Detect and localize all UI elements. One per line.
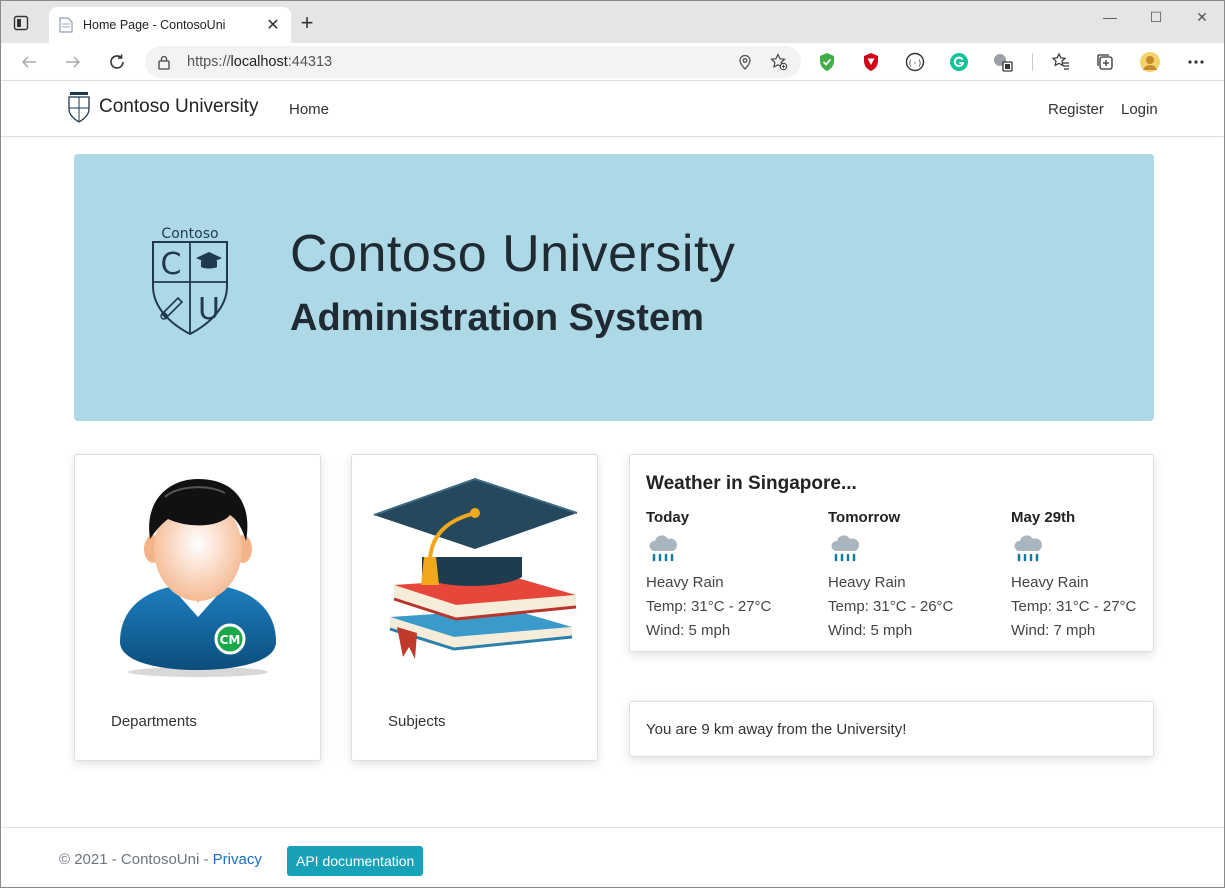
lock-icon[interactable] [157,54,171,70]
tab-bar: Home Page - ContosoUni ✕ + — ☐ ✕ [1,1,1224,43]
weather-wind: Wind: 7 mph [1011,622,1096,639]
heavy-rain-icon [831,535,859,562]
new-tab-button[interactable]: + [297,12,317,34]
weather-day-tomorrow: Tomorrow Heavy Rain Temp: 31°C - 26°C Wi… [828,509,998,646]
brand-link[interactable]: Contoso University [67,91,258,123]
weather-day-today: Today Heavy Rain Temp: 31°C - 27°C Wind:… [646,509,816,646]
contoso-shield-logo-icon [68,92,90,123]
svg-text:C: C [161,247,182,282]
browser-window: Home Page - ContosoUni ✕ + — ☐ ✕ https:/… [0,0,1225,888]
person-avatar-icon: CM [120,479,276,677]
distance-card: You are 9 km away from the University! [629,701,1154,757]
tab-title: Home Page - ContosoUni [83,18,226,32]
weather-day-name: May 29th [1011,509,1076,526]
hero-title: Contoso University [290,225,736,283]
grammarly-extension-icon[interactable] [948,51,970,73]
weather-wind: Wind: 5 mph [646,622,731,639]
brand-name: Contoso University [99,96,259,117]
subjects-label[interactable]: Subjects [388,713,446,730]
url-text[interactable]: https://localhost:44313 [187,54,721,70]
svg-text:(·): (·) [908,59,922,68]
departments-card[interactable]: CM Departments [74,454,321,761]
weather-temp: Temp: 31°C - 26°C [828,598,954,615]
nav-register-link[interactable]: Register [1048,101,1104,118]
browser-tab[interactable]: Home Page - ContosoUni ✕ [49,7,291,43]
departments-label[interactable]: Departments [111,713,197,730]
ublock-extension-icon[interactable] [860,51,882,73]
distance-text: You are 9 km away from the University! [646,721,907,738]
weather-condition: Heavy Rain [1011,574,1089,591]
contoso-crest-logo: Contoso C U [152,226,228,336]
heavy-rain-icon [649,535,677,562]
weather-title: Weather in Singapore... [646,473,857,494]
favorites-icon[interactable] [1050,51,1072,73]
forward-icon[interactable] [61,50,85,74]
svg-text:CM: CM [220,633,241,647]
privacy-link[interactable]: Privacy [213,851,262,868]
weather-temp: Temp: 31°C - 27°C [646,598,772,615]
nav-login-link[interactable]: Login [1121,101,1158,118]
extension-puzzle-icon[interactable] [992,51,1014,73]
site-navbar: Contoso University Home Register Login [1,81,1224,137]
svg-text:U: U [198,292,220,327]
code-extension-icon[interactable]: (·) [904,51,926,73]
refresh-icon[interactable] [105,50,129,74]
hero-subtitle: Administration System [290,297,704,339]
add-favorite-icon[interactable] [769,52,789,72]
weather-temp: Temp: 31°C - 27°C [1011,598,1137,615]
tab-actions-icon[interactable] [11,13,31,33]
address-bar[interactable]: https://localhost:44313 [145,46,801,78]
back-icon[interactable] [17,50,41,74]
weather-card: Weather in Singapore... Today Heavy Rain… [629,454,1154,652]
location-icon[interactable] [735,52,755,72]
hero-banner: Contoso C U Contoso University Administr… [74,154,1154,421]
weather-condition: Heavy Rain [828,574,906,591]
toolbar-divider [1032,53,1033,71]
site-footer: © 2021 - ContosoUni - Privacy API docume… [1,827,1224,887]
subjects-card[interactable]: Subjects [351,454,598,761]
weather-day-name: Today [646,509,690,526]
weather-day-may-29: May 29th Heavy Rain Temp: 31°C - 27°C Wi… [1011,509,1181,646]
footer-copyright: © 2021 - ContosoUni - Privacy [59,851,262,868]
collections-icon[interactable] [1094,51,1116,73]
nav-home-link[interactable]: Home [289,101,329,118]
more-menu-icon[interactable] [1185,51,1207,73]
shield-extension-icon[interactable] [816,51,838,73]
books-graduation-cap-icon [373,477,578,659]
close-tab-icon[interactable]: ✕ [265,15,281,35]
maximize-button[interactable]: ☐ [1133,7,1179,27]
weather-wind: Wind: 5 mph [828,622,913,639]
heavy-rain-icon [1014,535,1042,562]
close-window-button[interactable]: ✕ [1179,7,1224,27]
svg-text:Contoso: Contoso [161,226,218,242]
weather-condition: Heavy Rain [646,574,724,591]
page-favicon-icon [59,17,73,33]
weather-day-name: Tomorrow [828,509,901,526]
minimize-button[interactable]: — [1087,7,1133,27]
browser-toolbar: https://localhost:44313 (·) [1,43,1224,81]
profile-avatar-icon[interactable] [1139,51,1161,73]
api-documentation-button[interactable]: API documentation [287,846,424,876]
